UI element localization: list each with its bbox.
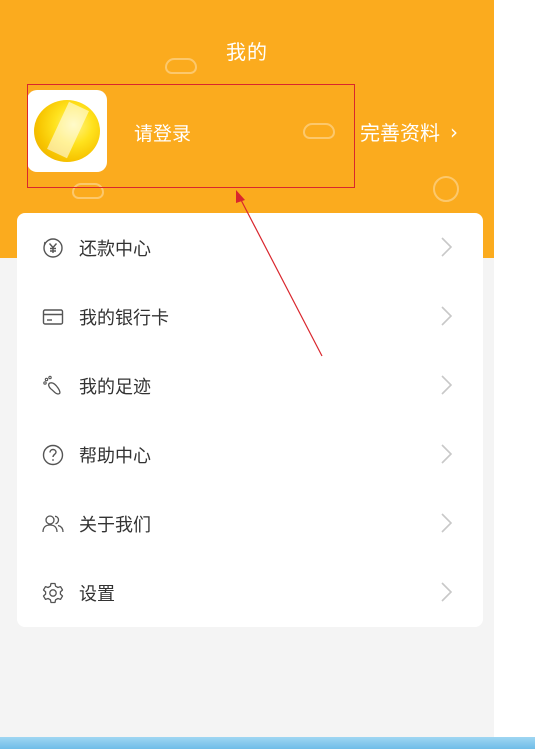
complete-profile-link[interactable]: 完善资料 ›	[360, 117, 458, 146]
menu-item-help-center[interactable]: 帮助中心	[17, 420, 483, 489]
chevron-right-icon	[441, 306, 453, 326]
menu-card: 还款中心 我的银行卡 我的足迹 帮助中心 关于我们 设置	[17, 213, 483, 627]
chevron-right-icon	[441, 444, 453, 464]
menu-item-about-us[interactable]: 关于我们	[17, 489, 483, 558]
menu-item-label: 还款中心	[79, 239, 151, 260]
menu-item-settings[interactable]: 设置	[17, 558, 483, 627]
gear-icon	[42, 582, 64, 604]
help-icon	[42, 444, 64, 466]
chevron-right-icon	[441, 582, 453, 602]
phone-screen: 我的 请登录 完善资料 › 还款中心 我的银行卡 我的足迹 帮助中心 关于我们 …	[0, 0, 494, 749]
sun-decoration-icon	[433, 176, 459, 202]
menu-item-label: 关于我们	[79, 515, 151, 536]
menu-item-label: 我的银行卡	[79, 308, 169, 329]
menu-item-repayment-center[interactable]: 还款中心	[17, 213, 483, 282]
bottom-strip	[0, 737, 535, 749]
page-title: 我的	[226, 40, 268, 64]
bank-card-icon	[42, 309, 64, 325]
chevron-right-icon: ›	[450, 119, 458, 144]
footprint-icon	[43, 375, 61, 395]
menu-item-label: 帮助中心	[79, 446, 151, 467]
people-icon	[42, 515, 64, 533]
menu-item-my-bank-card[interactable]: 我的银行卡	[17, 282, 483, 351]
annotation-highlight-box	[27, 84, 355, 188]
chevron-right-icon	[441, 513, 453, 533]
yuan-circle-icon	[43, 238, 63, 258]
complete-profile-label: 完善资料	[360, 121, 440, 145]
menu-item-my-footprint[interactable]: 我的足迹	[17, 351, 483, 420]
chevron-right-icon	[441, 375, 453, 395]
cloud-decoration-icon	[165, 58, 197, 74]
menu-item-label: 设置	[79, 584, 115, 605]
menu-item-label: 我的足迹	[79, 377, 151, 398]
chevron-right-icon	[441, 237, 453, 257]
